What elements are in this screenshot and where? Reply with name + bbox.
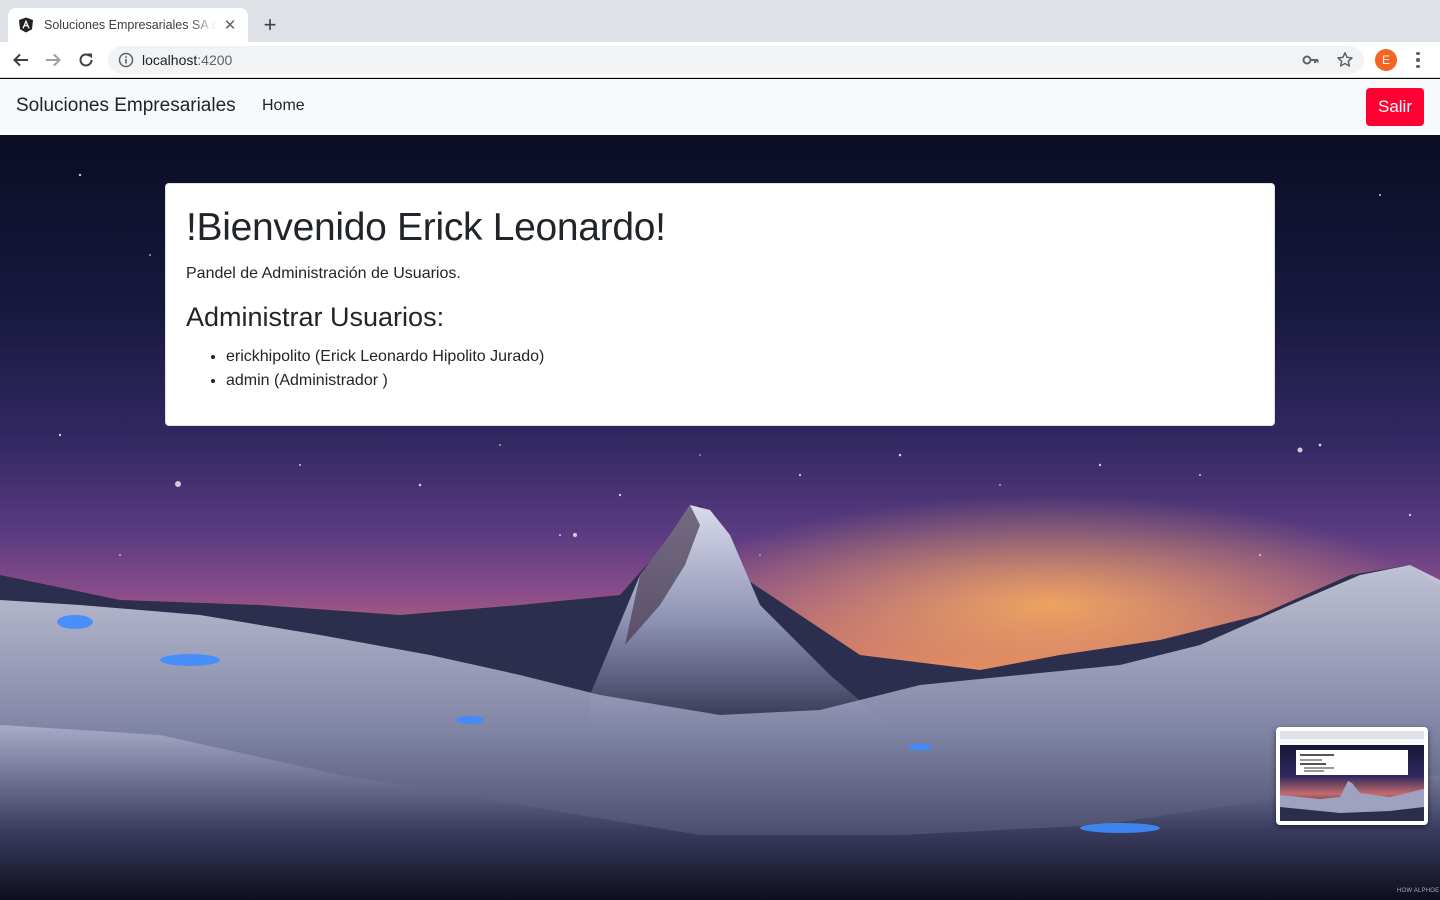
welcome-title: !Bienvenido Erick Leonardo! (186, 206, 666, 249)
users-list: erickhipolito (Erick Leonardo Hipolito J… (186, 345, 1254, 393)
browser-toolbar: localhost:4200 E (0, 42, 1440, 78)
welcome-subtitle: Pandel de Administración de Usuarios. (186, 264, 461, 282)
app-navbar: Soluciones Empresariales Home Salir (0, 79, 1440, 135)
nav-link-home[interactable]: Home (262, 97, 305, 115)
welcome-card: !Bienvenido Erick Leonardo! Pandel de Ad… (165, 183, 1275, 426)
browser-menu-icon[interactable] (1410, 49, 1426, 71)
info-icon[interactable] (118, 52, 134, 68)
key-icon[interactable] (1302, 52, 1320, 68)
bookmark-star-icon[interactable] (1336, 51, 1354, 69)
user-list-item: admin (Administrador ) (226, 369, 1254, 393)
users-section-heading: Administrar Usuarios: (186, 301, 445, 332)
navbar-brand[interactable]: Soluciones Empresariales (16, 95, 236, 117)
angular-icon (19, 17, 33, 33)
screenshot-thumbnail[interactable] (1276, 727, 1428, 825)
logout-button[interactable]: Salir (1366, 88, 1424, 126)
address-bar[interactable]: localhost:4200 (108, 46, 1364, 74)
user-list-item: erickhipolito (Erick Leonardo Hipolito J… (226, 345, 1254, 369)
close-tab-icon[interactable]: ✕ (222, 17, 238, 33)
forward-arrow-icon[interactable] (40, 47, 66, 73)
tab-title: Soluciones Empresariales SA de CV (44, 18, 216, 32)
reload-icon[interactable] (73, 47, 99, 73)
browser-tabstrip: Soluciones Empresariales SA de CV ✕ + (0, 0, 1440, 42)
url-text[interactable]: localhost:4200 (142, 52, 232, 68)
profile-avatar[interactable]: E (1375, 49, 1397, 71)
new-tab-icon[interactable]: + (258, 13, 282, 37)
watermark-text: HOW ALPHOE (1397, 888, 1440, 894)
url-host: localhost (142, 52, 198, 68)
back-arrow-icon[interactable] (8, 47, 34, 73)
browser-tab[interactable]: Soluciones Empresariales SA de CV ✕ (8, 8, 248, 42)
url-port: :4200 (197, 52, 233, 68)
